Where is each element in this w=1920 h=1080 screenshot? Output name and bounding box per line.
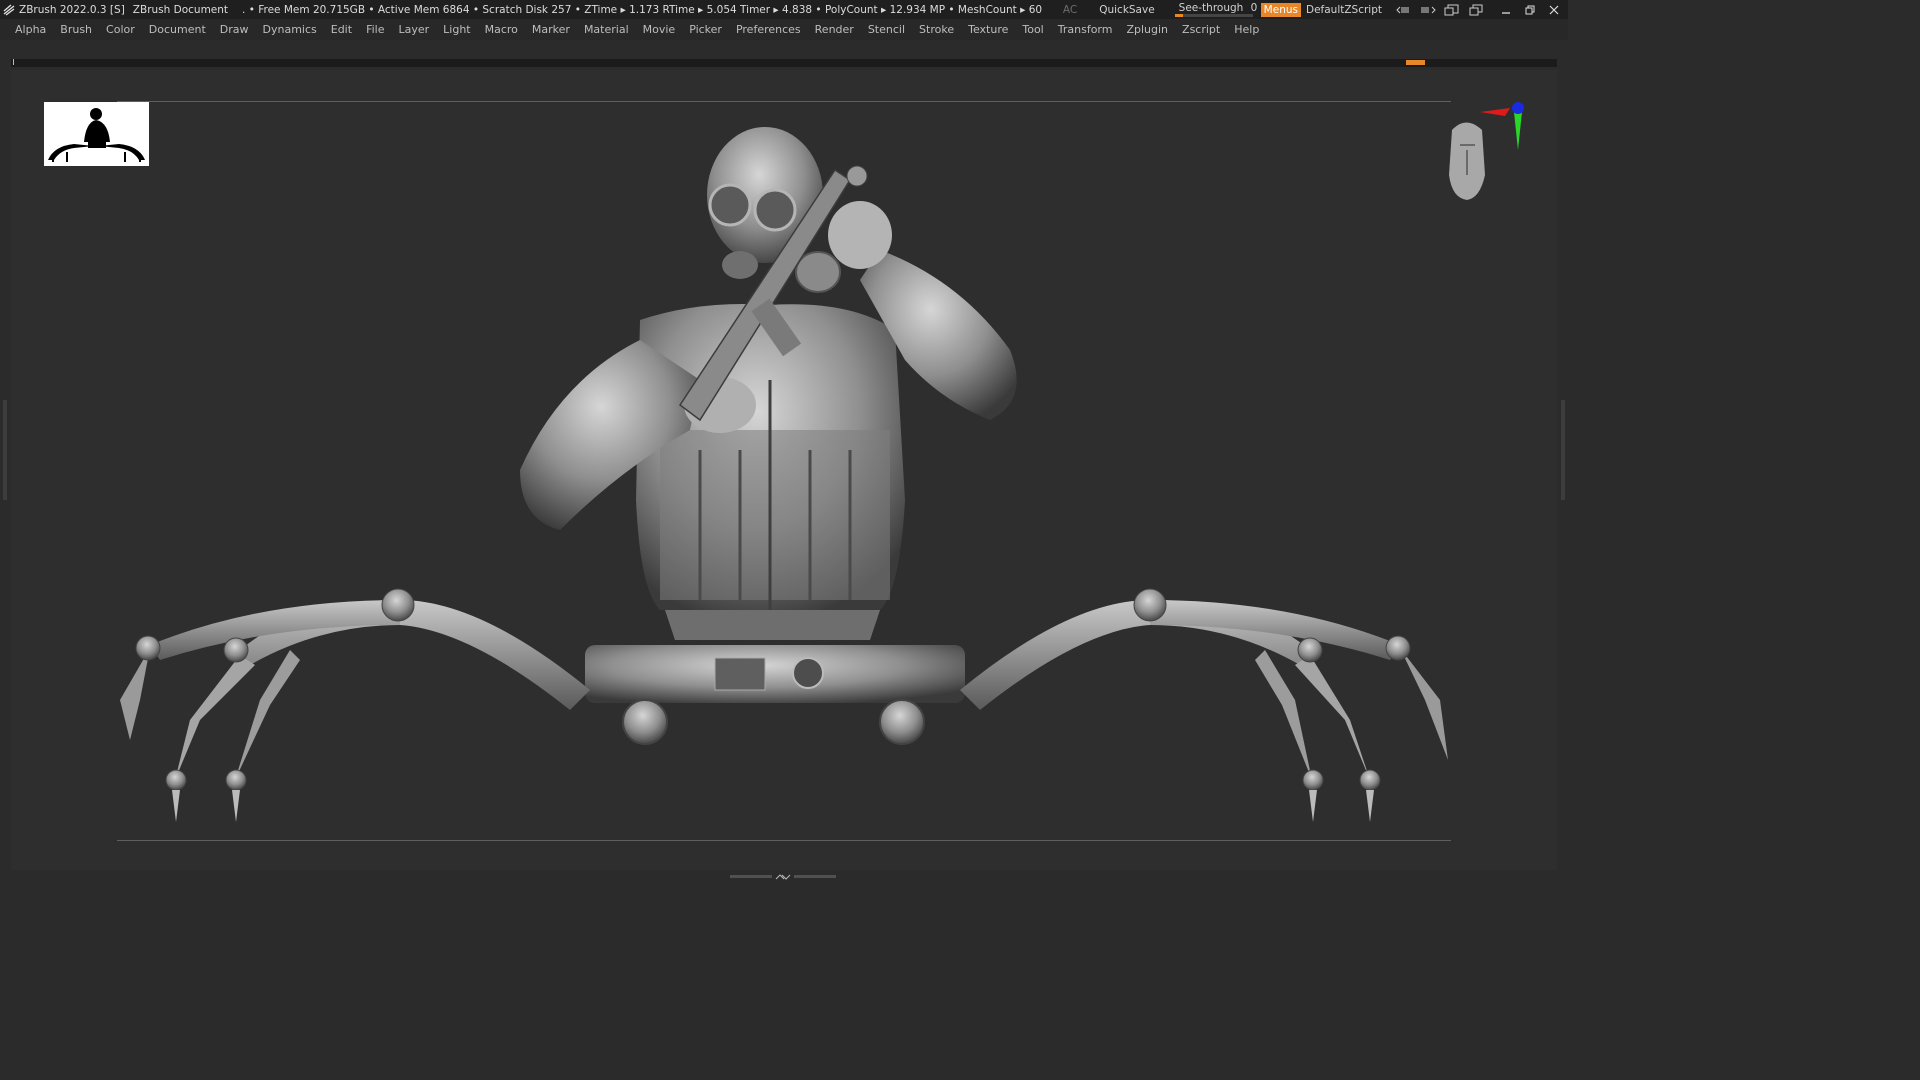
- model-right-wheel: [879, 699, 925, 745]
- model-mask-filter-2: [795, 251, 841, 293]
- model-base-collar: [665, 610, 880, 640]
- model-base-body: [585, 645, 965, 703]
- collapse-arrows-icon[interactable]: [774, 873, 792, 881]
- model-left-legs: [120, 588, 590, 822]
- bottom-grip-left: [730, 875, 772, 878]
- navigation-gizmo-icon: [1480, 102, 1524, 150]
- model-mask-filter: [722, 251, 758, 279]
- bottom-tray-handle[interactable]: [730, 873, 836, 881]
- model-right-legs: [960, 588, 1448, 822]
- model-vest-pockets: [660, 430, 890, 600]
- model-viewport[interactable]: [0, 0, 1568, 882]
- bottom-grip-right: [794, 875, 836, 878]
- model-left-wheel: [622, 699, 668, 745]
- model-mask-eye-right: [753, 188, 797, 232]
- orientation-head-icon: [1449, 122, 1485, 200]
- model-mask-eye-left: [708, 183, 752, 227]
- model-right-hand: [828, 201, 892, 269]
